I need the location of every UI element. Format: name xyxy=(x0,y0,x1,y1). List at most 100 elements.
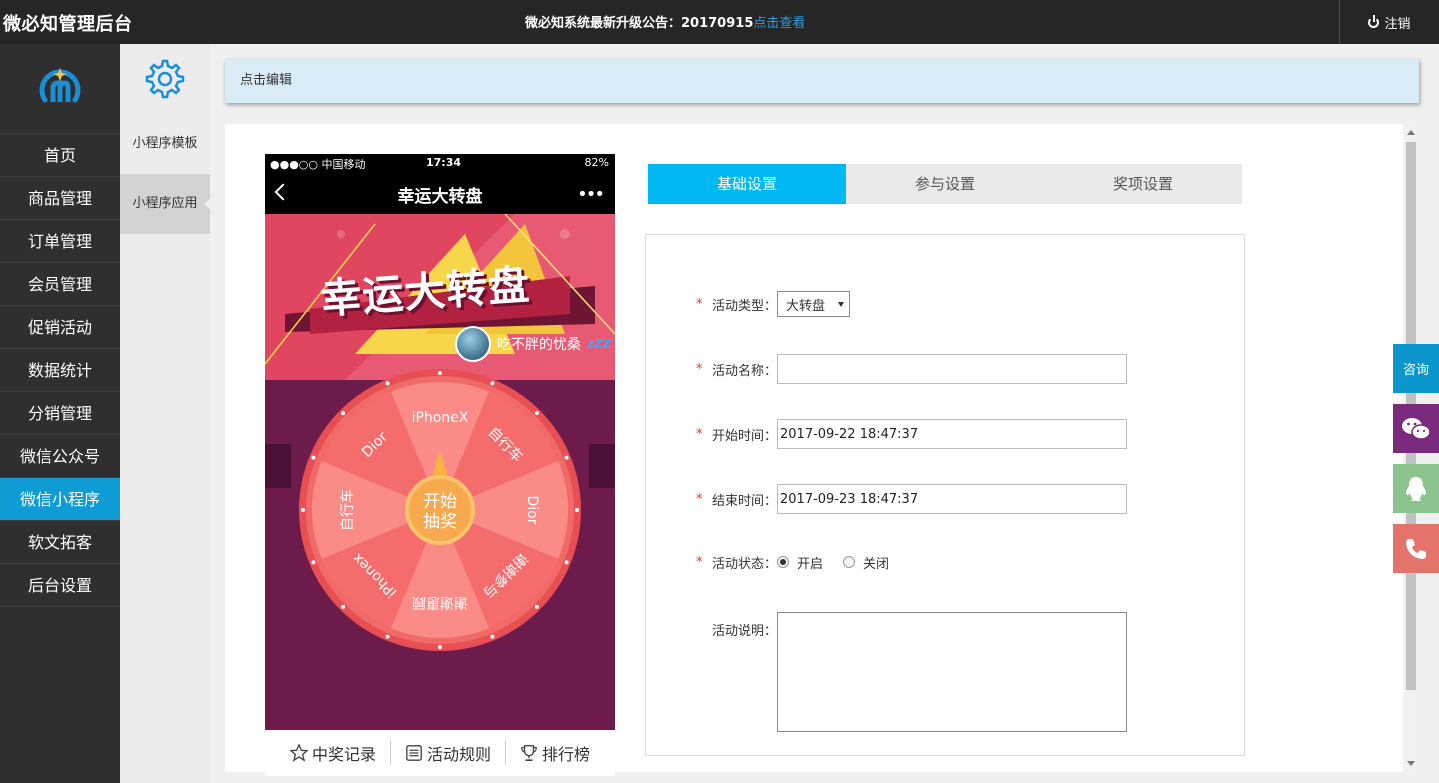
phone-status-bar: ●●●○○ 中国移动 17:34 82% xyxy=(265,154,615,172)
carrier-text: ●●●○○ 中国移动 xyxy=(270,158,366,171)
wheel-light xyxy=(564,455,569,460)
power-icon xyxy=(1368,14,1380,28)
wheel-light xyxy=(438,645,442,649)
brand-title: 微必知管理后台 xyxy=(3,14,133,35)
rank-label: 排行榜 xyxy=(542,745,591,764)
tab-basic-settings[interactable]: 基础设置 xyxy=(648,164,846,204)
required-mark: * xyxy=(696,361,703,377)
star-icon xyxy=(289,744,308,762)
win-records-button[interactable]: 中奖记录 xyxy=(276,741,390,765)
required-mark: * xyxy=(696,554,703,570)
logout-label: 注销 xyxy=(1384,16,1411,32)
basic-settings-form: * 活动类型： 大转盘 * 活动名称： * 开始时间： * 结束时间： * 活动… xyxy=(645,234,1245,756)
phone-call-button[interactable] xyxy=(1393,524,1439,573)
wheel-light xyxy=(311,455,316,460)
wheel-light xyxy=(341,411,346,416)
activity-type-value: 大转盘 xyxy=(786,298,826,314)
wheel-prize-label: Dior xyxy=(524,496,540,525)
start-draw-label-2: 抽奖 xyxy=(423,512,457,532)
phone-nav-bar: 幸运大转盘 ••• xyxy=(265,172,615,214)
activity-type-select[interactable]: 大转盘 xyxy=(777,291,851,317)
user-name: 吃不胖的忧桑 xyxy=(497,337,581,353)
notice-link[interactable]: 点击查看 xyxy=(753,16,805,31)
phone-bottom-bar: 中奖记录 活动规则 排行榜 xyxy=(265,730,615,776)
wheel-light xyxy=(311,560,316,565)
row-activity-type: * 活动类型： 大转盘 xyxy=(696,289,851,319)
wheel-light xyxy=(575,508,579,512)
activity-description-label: 活动说明： xyxy=(712,624,778,639)
activity-description-textarea[interactable] xyxy=(777,612,1128,732)
sidebar-item-wechat-official[interactable]: 微信公众号 xyxy=(0,435,120,478)
rules-label: 活动规则 xyxy=(426,745,491,764)
end-time-label: 结束时间： xyxy=(712,493,778,509)
gear-box xyxy=(120,44,210,114)
tab-prize-settings[interactable]: 奖项设置 xyxy=(1044,164,1242,204)
scroll-down-arrow[interactable] xyxy=(1407,761,1415,766)
phone-nav-title: 幸运大转盘 xyxy=(397,187,483,207)
rules-button[interactable]: 活动规则 xyxy=(391,741,505,765)
sidebar-item-mini-program[interactable]: 微信小程序 xyxy=(0,478,120,521)
sidebar-item-settings[interactable]: 后台设置 xyxy=(0,564,120,607)
phone-preview: ●●●○○ 中国移动 17:34 82% 幸运大转盘 ••• 幸运大转盘 吃不胖… xyxy=(265,154,615,730)
more-icon[interactable]: ••• xyxy=(577,184,605,205)
activity-type-label: 活动类型： xyxy=(712,298,778,314)
edit-bar[interactable]: 点击编辑 xyxy=(225,59,1419,103)
activity-name-label: 活动名称： xyxy=(712,363,778,379)
sidebar-item-distribution[interactable]: 分销管理 xyxy=(0,392,120,435)
document-icon xyxy=(406,745,422,761)
rank-button[interactable]: 排行榜 xyxy=(506,741,604,765)
row-start-time: * 开始时间： xyxy=(696,419,1128,449)
consult-button[interactable]: 咨询 xyxy=(1393,344,1439,393)
user-row: 吃不胖的忧桑 zZZ xyxy=(455,326,611,362)
sidebar-item-promotions[interactable]: 促销活动 xyxy=(0,306,120,349)
logo xyxy=(0,44,120,134)
tab-participation-settings[interactable]: 参与设置 xyxy=(846,164,1044,204)
wheel-prize-label: 自行车 xyxy=(339,489,356,531)
required-mark: * xyxy=(696,296,703,312)
subnav-mini-template[interactable]: 小程序模板 xyxy=(120,114,210,174)
status-on-label: 开启 xyxy=(797,556,824,572)
row-activity-description: 活动说明： xyxy=(696,612,1128,732)
end-time-input[interactable] xyxy=(777,484,1128,514)
win-records-label: 中奖记录 xyxy=(311,745,376,764)
sidebar-item-statistics[interactable]: 数据统计 xyxy=(0,349,120,392)
battery-text: 82% xyxy=(584,156,609,169)
settings-tabs: 基础设置 参与设置 奖项设置 xyxy=(648,164,1242,204)
lottery-banner: 幸运大转盘 吃不胖的忧桑 zZZ xyxy=(265,214,615,380)
activity-name-input[interactable] xyxy=(777,354,1128,384)
upgrade-notice: 微必知系统最新升级公告：20170915点击查看 xyxy=(525,12,805,31)
start-time-label: 开始时间： xyxy=(712,428,778,444)
status-time: 17:34 xyxy=(426,156,462,169)
required-mark: * xyxy=(696,491,703,507)
main-sidebar: 首页 商品管理 订单管理 会员管理 促销活动 数据统计 分销管理 微信公众号 微… xyxy=(0,44,120,783)
start-time-input[interactable] xyxy=(777,419,1128,449)
wheel-side-right xyxy=(589,444,615,488)
status-off-radio[interactable] xyxy=(843,556,856,568)
sidebar-item-soft-article[interactable]: 软文拓客 xyxy=(0,521,120,564)
subnav-mini-app[interactable]: 小程序应用 xyxy=(120,174,211,234)
wheel-light xyxy=(341,604,346,609)
sidebar-item-home[interactable]: 首页 xyxy=(0,134,120,177)
wheel-prize-label: iPhoneX xyxy=(412,410,469,426)
notice-text: 微必知系统最新升级公告：20170915 xyxy=(525,16,754,31)
row-activity-name: * 活动名称： xyxy=(696,354,1128,384)
sleep-icon: zZZ xyxy=(587,337,612,351)
qq-button[interactable] xyxy=(1393,464,1439,513)
wechat-button[interactable] xyxy=(1393,404,1439,453)
gear-icon xyxy=(145,59,185,99)
scroll-up-arrow[interactable] xyxy=(1407,130,1415,135)
wechat-icon xyxy=(1402,417,1431,440)
top-bar: 微必知管理后台 微必知系统最新升级公告：20170915点击查看 注销 xyxy=(0,0,1439,44)
wheel-light xyxy=(564,560,569,565)
logo-icon xyxy=(39,67,81,102)
status-on-radio[interactable] xyxy=(777,556,790,568)
row-activity-status: * 活动状态： 开启 关闭 xyxy=(696,547,909,577)
wheel-side-left xyxy=(265,444,291,488)
sidebar-item-products[interactable]: 商品管理 xyxy=(0,177,120,220)
status-off-label: 关闭 xyxy=(863,556,890,572)
logout-button[interactable]: 注销 xyxy=(1339,0,1439,44)
activity-status-label: 活动状态： xyxy=(712,556,778,572)
sidebar-item-orders[interactable]: 订单管理 xyxy=(0,220,120,263)
wheel-light xyxy=(490,634,495,639)
sidebar-item-members[interactable]: 会员管理 xyxy=(0,263,120,306)
